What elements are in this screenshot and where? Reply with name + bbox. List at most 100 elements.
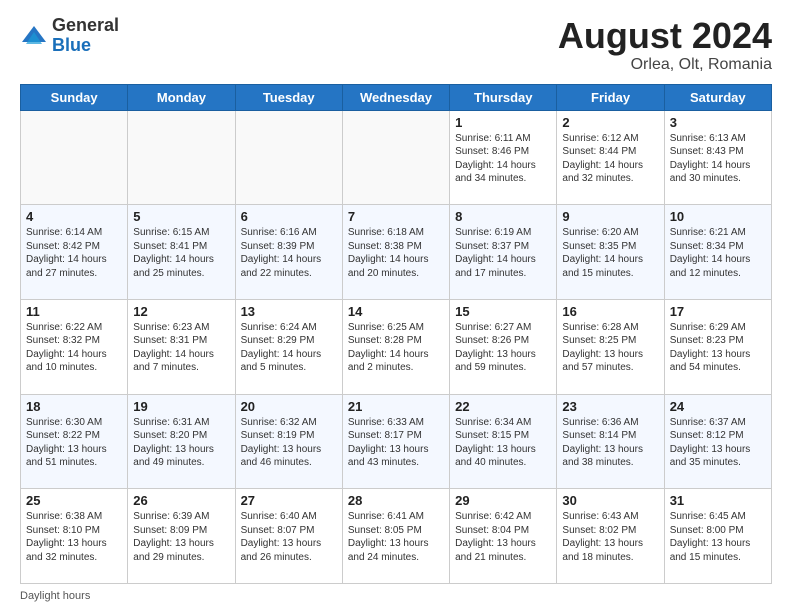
day-info: Sunrise: 6:11 AM Sunset: 8:46 PM Dayligh… — [455, 132, 551, 186]
calendar-day-cell: 16 Sunrise: 6:28 AM Sunset: 8:25 PM Dayli… — [557, 299, 664, 394]
calendar-day-cell: 10 Sunrise: 6:21 AM Sunset: 8:34 PM Dayli… — [664, 205, 771, 300]
day-number: 18 — [26, 399, 122, 414]
calendar-day-cell: 27Sunrise: 6:40 AM Sunset: 8:07 PM Dayli… — [235, 489, 342, 584]
day-number: 12 — [133, 304, 229, 319]
calendar-day-cell: 2Sunrise: 6:12 AM Sunset: 8:44 PM Daylig… — [557, 110, 664, 205]
day-number: 30 — [562, 493, 658, 508]
calendar-day-cell: 29 Sunrise: 6:42 AM Sunset: 8:04 PM Dayli… — [450, 489, 557, 584]
logo: General Blue — [20, 16, 119, 56]
calendar-day-cell — [21, 110, 128, 205]
calendar-day-cell: 21Sunrise: 6:33 AM Sunset: 8:17 PM Dayli… — [342, 394, 449, 489]
day-info: Sunrise: 6:45 AM Sunset: 8:00 PM Dayligh… — [670, 510, 766, 564]
calendar-week-row: 4Sunrise: 6:14 AM Sunset: 8:42 PM Daylig… — [21, 205, 772, 300]
day-of-week-header: Sunday — [21, 84, 128, 110]
day-of-week-header: Friday — [557, 84, 664, 110]
day-of-week-header: Tuesday — [235, 84, 342, 110]
day-number: 19 — [133, 399, 229, 414]
day-info: Sunrise: 6:28 AM Sunset: 8:25 PM Dayligh… — [562, 321, 658, 375]
title-block: August 2024 Orlea, Olt, Romania — [558, 16, 772, 74]
day-number: 28 — [348, 493, 444, 508]
day-of-week-header: Monday — [128, 84, 235, 110]
day-info: Sunrise: 6:24 AM Sunset: 8:29 PM Dayligh… — [241, 321, 337, 375]
day-info: Sunrise: 6:15 AM Sunset: 8:41 PM Dayligh… — [133, 226, 229, 280]
day-info: Sunrise: 6:32 AM Sunset: 8:19 PM Dayligh… — [241, 416, 337, 470]
day-info: Sunrise: 6:42 AM Sunset: 8:04 PM Dayligh… — [455, 510, 551, 564]
logo-text: General Blue — [52, 16, 119, 56]
day-info: Sunrise: 6:34 AM Sunset: 8:15 PM Dayligh… — [455, 416, 551, 470]
day-number: 7 — [348, 209, 444, 224]
day-number: 13 — [241, 304, 337, 319]
location: Orlea, Olt, Romania — [558, 56, 772, 74]
day-number: 16 — [562, 304, 658, 319]
calendar-day-cell: 20 Sunrise: 6:32 AM Sunset: 8:19 PM Dayli… — [235, 394, 342, 489]
logo-blue-text: Blue — [52, 35, 91, 55]
day-info: Sunrise: 6:19 AM Sunset: 8:37 PM Dayligh… — [455, 226, 551, 280]
day-info: Sunrise: 6:23 AM Sunset: 8:31 PM Dayligh… — [133, 321, 229, 375]
calendar-day-cell: 30Sunrise: 6:43 AM Sunset: 8:02 PM Dayli… — [557, 489, 664, 584]
day-number: 20 — [241, 399, 337, 414]
calendar-day-cell: 1 Sunrise: 6:11 AM Sunset: 8:46 PM Daylig… — [450, 110, 557, 205]
header: General Blue August 2024 Orlea, Olt, Rom… — [20, 16, 772, 74]
calendar-day-cell: 8Sunrise: 6:19 AM Sunset: 8:37 PM Daylig… — [450, 205, 557, 300]
calendar-day-cell: 18Sunrise: 6:30 AM Sunset: 8:22 PM Dayli… — [21, 394, 128, 489]
calendar-day-cell: 6 Sunrise: 6:16 AM Sunset: 8:39 PM Daylig… — [235, 205, 342, 300]
day-number: 22 — [455, 399, 551, 414]
day-number: 6 — [241, 209, 337, 224]
day-info: Sunrise: 6:29 AM Sunset: 8:23 PM Dayligh… — [670, 321, 766, 375]
day-info: Sunrise: 6:31 AM Sunset: 8:20 PM Dayligh… — [133, 416, 229, 470]
day-info: Sunrise: 6:33 AM Sunset: 8:17 PM Dayligh… — [348, 416, 444, 470]
day-number: 14 — [348, 304, 444, 319]
calendar-day-cell: 9 Sunrise: 6:20 AM Sunset: 8:35 PM Daylig… — [557, 205, 664, 300]
day-number: 26 — [133, 493, 229, 508]
day-info: Sunrise: 6:39 AM Sunset: 8:09 PM Dayligh… — [133, 510, 229, 564]
day-info: Sunrise: 6:41 AM Sunset: 8:05 PM Dayligh… — [348, 510, 444, 564]
calendar-day-cell — [235, 110, 342, 205]
day-info: Sunrise: 6:37 AM Sunset: 8:12 PM Dayligh… — [670, 416, 766, 470]
calendar-day-cell: 23 Sunrise: 6:36 AM Sunset: 8:14 PM Dayli… — [557, 394, 664, 489]
calendar-week-row: 25 Sunrise: 6:38 AM Sunset: 8:10 PM Dayli… — [21, 489, 772, 584]
calendar-table: SundayMondayTuesdayWednesdayThursdayFrid… — [20, 84, 772, 584]
calendar-day-cell: 19 Sunrise: 6:31 AM Sunset: 8:20 PM Dayli… — [128, 394, 235, 489]
calendar-day-cell: 12 Sunrise: 6:23 AM Sunset: 8:31 PM Dayli… — [128, 299, 235, 394]
day-number: 29 — [455, 493, 551, 508]
calendar-day-cell: 28 Sunrise: 6:41 AM Sunset: 8:05 PM Dayli… — [342, 489, 449, 584]
day-info: Sunrise: 6:21 AM Sunset: 8:34 PM Dayligh… — [670, 226, 766, 280]
day-number: 23 — [562, 399, 658, 414]
day-number: 31 — [670, 493, 766, 508]
calendar-day-cell: 5 Sunrise: 6:15 AM Sunset: 8:41 PM Daylig… — [128, 205, 235, 300]
day-number: 24 — [670, 399, 766, 414]
calendar-day-cell: 13 Sunrise: 6:24 AM Sunset: 8:29 PM Dayli… — [235, 299, 342, 394]
day-info: Sunrise: 6:36 AM Sunset: 8:14 PM Dayligh… — [562, 416, 658, 470]
day-info: Sunrise: 6:20 AM Sunset: 8:35 PM Dayligh… — [562, 226, 658, 280]
day-number: 25 — [26, 493, 122, 508]
calendar-week-row: 1 Sunrise: 6:11 AM Sunset: 8:46 PM Daylig… — [21, 110, 772, 205]
month-title: August 2024 — [558, 16, 772, 56]
day-info: Sunrise: 6:27 AM Sunset: 8:26 PM Dayligh… — [455, 321, 551, 375]
calendar-header-row: SundayMondayTuesdayWednesdayThursdayFrid… — [21, 84, 772, 110]
page: General Blue August 2024 Orlea, Olt, Rom… — [0, 0, 792, 612]
day-number: 1 — [455, 115, 551, 130]
day-info: Sunrise: 6:22 AM Sunset: 8:32 PM Dayligh… — [26, 321, 122, 375]
day-number: 9 — [562, 209, 658, 224]
calendar-day-cell: 24 Sunrise: 6:37 AM Sunset: 8:12 PM Dayli… — [664, 394, 771, 489]
day-number: 15 — [455, 304, 551, 319]
calendar-day-cell — [128, 110, 235, 205]
calendar-day-cell: 14 Sunrise: 6:25 AM Sunset: 8:28 PM Dayli… — [342, 299, 449, 394]
day-number: 5 — [133, 209, 229, 224]
day-info: Sunrise: 6:16 AM Sunset: 8:39 PM Dayligh… — [241, 226, 337, 280]
day-number: 4 — [26, 209, 122, 224]
calendar-day-cell: 26 Sunrise: 6:39 AM Sunset: 8:09 PM Dayli… — [128, 489, 235, 584]
day-info: Sunrise: 6:25 AM Sunset: 8:28 PM Dayligh… — [348, 321, 444, 375]
day-info: Sunrise: 6:12 AM Sunset: 8:44 PM Dayligh… — [562, 132, 658, 186]
day-info: Sunrise: 6:18 AM Sunset: 8:38 PM Dayligh… — [348, 226, 444, 280]
day-number: 10 — [670, 209, 766, 224]
calendar-day-cell — [342, 110, 449, 205]
calendar-day-cell: 4Sunrise: 6:14 AM Sunset: 8:42 PM Daylig… — [21, 205, 128, 300]
day-of-week-header: Wednesday — [342, 84, 449, 110]
logo-general-text: General — [52, 15, 119, 35]
day-of-week-header: Thursday — [450, 84, 557, 110]
calendar-day-cell: 22 Sunrise: 6:34 AM Sunset: 8:15 PM Dayli… — [450, 394, 557, 489]
calendar-day-cell: 17Sunrise: 6:29 AM Sunset: 8:23 PM Dayli… — [664, 299, 771, 394]
day-info: Sunrise: 6:38 AM Sunset: 8:10 PM Dayligh… — [26, 510, 122, 564]
logo-icon — [20, 22, 48, 50]
